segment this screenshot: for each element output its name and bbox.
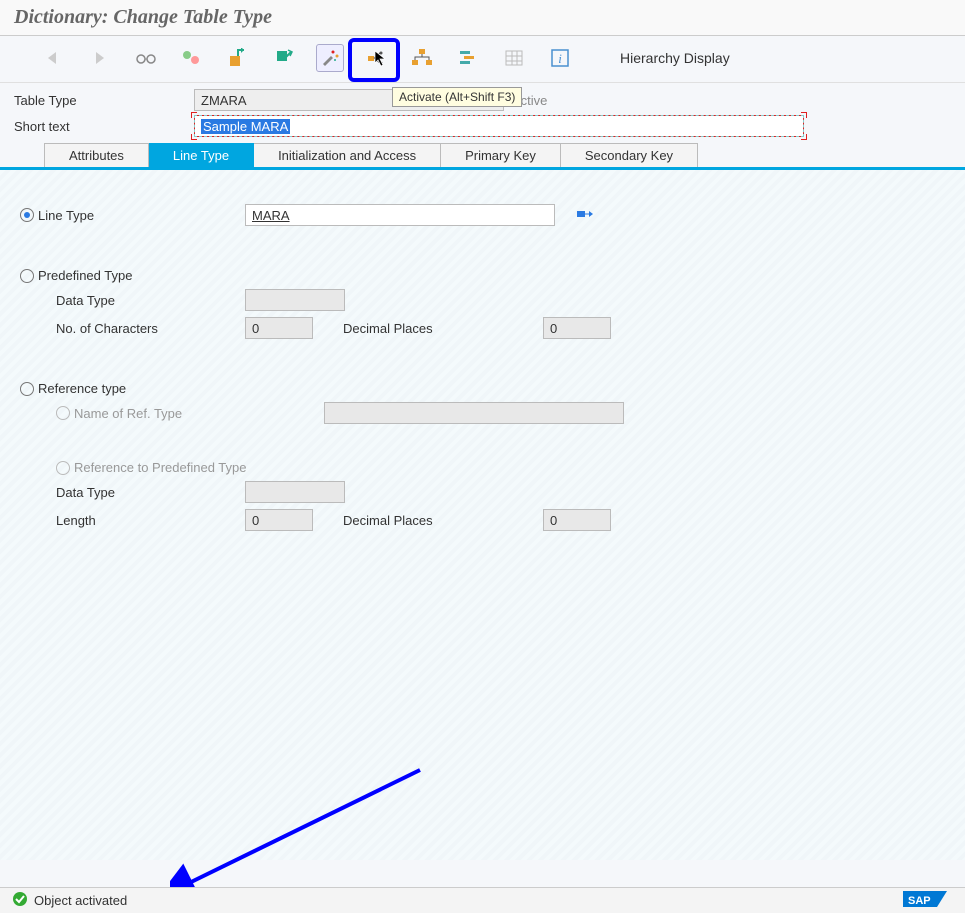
navigate-icon[interactable] [577,208,595,223]
reference-type-label: Reference type [38,381,126,396]
decimal-places-label: Decimal Places [343,321,473,336]
radio-ref-predef [56,461,70,475]
glasses-icon[interactable] [132,44,160,72]
tab-line-type[interactable]: Line Type [149,143,254,167]
hierarchy-display-button[interactable]: Hierarchy Display [620,50,730,66]
name-of-ref-input [324,402,624,424]
name-of-ref-label: Name of Ref. Type [74,406,324,421]
tab-strip: Attributes Line Type Initialization and … [44,143,951,167]
success-icon [12,891,28,910]
other-object-icon[interactable] [224,44,252,72]
table-icon[interactable] [500,44,528,72]
where-used-icon[interactable] [362,44,390,72]
ref-predefined-label: Reference to Predefined Type [74,460,247,475]
page-title: Dictionary: Change Table Type [0,0,965,36]
hierarchy-icon[interactable] [408,44,436,72]
length-input: 0 [245,509,313,531]
data-type-input[interactable] [245,289,345,311]
ref-data-type-label: Data Type [56,485,245,500]
switch-icon[interactable] [178,44,206,72]
predefined-type-label: Predefined Type [38,268,132,283]
tab-attributes[interactable]: Attributes [44,143,149,167]
tab-secondary-key[interactable]: Secondary Key [561,143,698,167]
ref-data-type-input [245,481,345,503]
activate-tooltip: Activate (Alt+Shift F3) [392,87,522,107]
data-type-label: Data Type [56,293,245,308]
tab-content: Line Type MARA Predefined Type Data Type… [0,170,965,860]
status-message: Object activated [34,893,127,908]
line-type-label: Line Type [38,208,94,223]
tab-init-access[interactable]: Initialization and Access [254,143,441,167]
radio-name-of-ref [56,406,70,420]
forward-icon[interactable] [86,44,114,72]
indent-icon[interactable] [454,44,482,72]
status-bar: Object activated SAP [0,887,965,913]
activate-icon[interactable] [316,44,344,72]
line-type-input[interactable]: MARA [245,204,555,226]
ref-decimal-places-input: 0 [543,509,611,531]
num-chars-input[interactable]: 0 [245,317,313,339]
num-chars-label: No. of Characters [56,321,245,336]
short-text-field-wrap: Sample MARA [194,115,804,137]
short-text-input[interactable]: Sample MARA [194,115,804,137]
svg-text:i: i [558,51,562,66]
tab-primary-key[interactable]: Primary Key [441,143,561,167]
svg-text:SAP: SAP [908,895,931,907]
radio-line-type[interactable] [20,208,34,222]
table-type-label: Table Type [14,93,194,108]
short-text-label: Short text [14,119,194,134]
sap-logo-icon: SAP [903,889,953,912]
radio-predefined-type[interactable] [20,269,34,283]
check-icon[interactable] [270,44,298,72]
ref-decimal-places-label: Decimal Places [343,513,473,528]
radio-reference-type[interactable] [20,382,34,396]
toolbar: i Hierarchy Display Activate (Alt+Shift … [0,36,965,83]
back-icon[interactable] [40,44,68,72]
decimal-places-input[interactable]: 0 [543,317,611,339]
info-icon[interactable]: i [546,44,574,72]
length-label: Length [56,513,245,528]
